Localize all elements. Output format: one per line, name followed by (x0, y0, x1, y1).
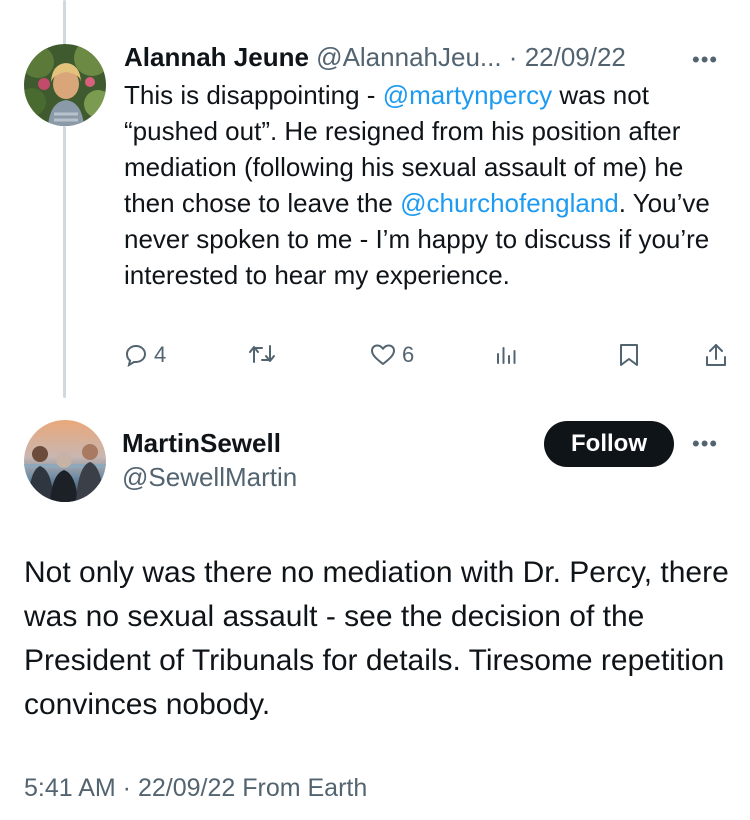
tweet-text: Not only was there no mediation with Dr.… (24, 556, 729, 721)
like-button[interactable]: 6 (370, 342, 414, 368)
author-name[interactable]: MartinSewell (122, 428, 281, 459)
header-separator: · (501, 42, 525, 72)
reply-count: 4 (154, 342, 167, 367)
mention-link[interactable]: @martynpercy (383, 80, 552, 110)
reply-text: This is disappointing - @martynpercy was… (124, 77, 724, 293)
share-button[interactable] (704, 342, 728, 368)
action-bar: 4 6 (124, 342, 728, 376)
follow-button[interactable]: Follow (544, 421, 674, 467)
tweet-source: From Earth (235, 774, 368, 802)
bookmark-button[interactable] (618, 342, 640, 368)
tweet-metadata: 5:41 AM · 22/09/22 From Earth (24, 774, 367, 803)
mention-link[interactable]: @churchofengland (400, 188, 619, 218)
reply-button[interactable]: 4 (124, 342, 166, 368)
author-handle[interactable]: @AlannahJeu... (316, 42, 501, 72)
like-count: 6 (402, 342, 415, 367)
more-horizontal-icon[interactable]: ••• (692, 433, 718, 455)
share-icon (704, 342, 728, 368)
tweet-date[interactable]: 22/09/22 (525, 42, 626, 72)
tweet-time[interactable]: 5:41 AM (24, 774, 116, 802)
reply-header: Alannah Jeune @AlannahJeu... · 22/09/22 (124, 40, 724, 74)
meta-separator: · (115, 774, 138, 802)
retweet-button[interactable] (248, 342, 282, 366)
author-name[interactable]: Alannah Jeune (124, 42, 309, 72)
reply-text-part: This is disappointing - (124, 80, 383, 110)
heart-icon (370, 343, 396, 367)
retweet-icon (248, 342, 276, 366)
author-handle[interactable]: @SewellMartin (122, 462, 297, 493)
more-horizontal-icon[interactable]: ••• (692, 49, 718, 71)
tweet-date[interactable]: 22/09/22 (138, 774, 235, 802)
avatar[interactable] (24, 44, 106, 126)
bookmark-icon (618, 342, 640, 368)
avatar[interactable] (24, 420, 106, 502)
views-button[interactable] (494, 342, 518, 366)
reply-icon (124, 343, 148, 367)
analytics-icon (494, 342, 518, 366)
